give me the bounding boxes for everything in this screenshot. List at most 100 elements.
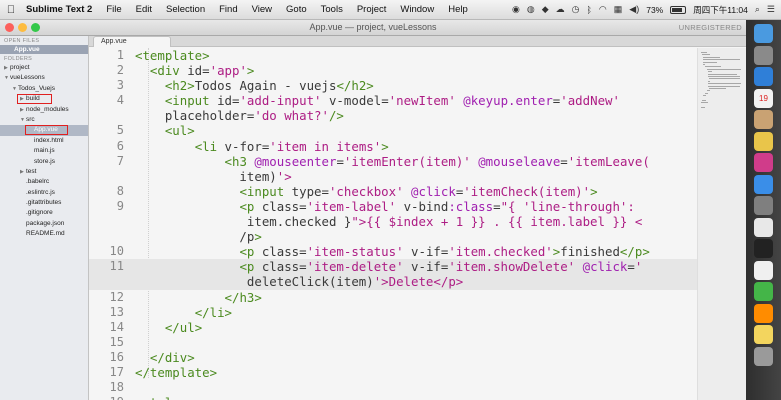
notes-icon[interactable]	[754, 325, 773, 344]
code-line[interactable]: 11 <p class='item-delete' v-if='item.sho…	[89, 259, 697, 275]
minimap[interactable]	[697, 48, 746, 400]
cloud-icon[interactable]: ☁	[556, 4, 565, 15]
code-line[interactable]: 8 <input type='checkbox' @click='itemChe…	[89, 184, 697, 199]
menu-edit[interactable]: Edit	[129, 4, 159, 15]
launchpad-icon[interactable]	[754, 45, 773, 65]
sidebar-item-app-vue[interactable]: App.vue	[0, 125, 88, 136]
code-line[interactable]: 7 <h3 @mouseenter='itemEnter(item)' @mou…	[89, 154, 697, 169]
code-line[interactable]: 17 </template>	[89, 365, 697, 380]
code-line[interactable]: 6 <li v-for='item in items'>	[89, 139, 697, 154]
code-line[interactable]: 3 <h2>Todos Again - vuejs</h2>	[89, 78, 697, 93]
code-line[interactable]: 4 <input id='add-input' v-model='newItem…	[89, 93, 697, 108]
sidebar-item-todos-vuejs[interactable]: ▼Todos_Vuejs	[0, 84, 88, 94]
code-line[interactable]: 5 <ul>	[89, 123, 697, 138]
sidebar-item-gitignore[interactable]: .gitignore	[0, 208, 88, 218]
safari-icon[interactable]	[754, 67, 773, 86]
sidebar-item-package-json[interactable]: package.json	[0, 219, 88, 229]
menu-file[interactable]: File	[99, 4, 128, 15]
menu-help[interactable]: Help	[441, 4, 475, 15]
tab-app-vue[interactable]: App.vue	[93, 36, 171, 47]
code-line[interactable]: 2 <div id='app'>	[89, 63, 697, 78]
sidebar-item-readme-md[interactable]: README.md	[0, 229, 88, 239]
sidebar-item-index-html[interactable]: index.html	[0, 136, 88, 146]
code-line[interactable]: deleteClick(item)'>Delete</p>	[89, 274, 697, 290]
app-menu[interactable]: Sublime Text 2	[22, 4, 99, 15]
bluetooth-icon[interactable]: ᛒ	[587, 5, 592, 15]
menu-goto[interactable]: Goto	[279, 4, 314, 15]
sidebar-item-eslintrc-js[interactable]: .eslintrc.js	[0, 188, 88, 198]
code-text: <p class='item-label' v-bind:class="{ 'l…	[239, 198, 635, 214]
apple-menu-icon[interactable]: 	[0, 4, 22, 16]
code-text: /p>	[135, 229, 262, 245]
qq-icon[interactable]	[754, 260, 773, 280]
folder-tree: ▶ project ▼vueLessons ▼Todos_Vuejs ▶ build ▶ no…	[0, 63, 88, 240]
trash-icon[interactable]	[754, 346, 773, 366]
wifi-icon[interactable]: ◠	[599, 4, 607, 15]
sidebar-item-gitattributes[interactable]: .gitattributes	[0, 198, 88, 208]
wechat-status-icon[interactable]: ◍	[527, 4, 535, 15]
chrome-icon[interactable]	[754, 217, 773, 237]
finder-icon[interactable]	[754, 24, 773, 43]
spotlight-icon[interactable]: ⌕	[755, 4, 760, 15]
code-line[interactable]: 13 </li>	[89, 305, 697, 320]
code-text: </template>	[135, 364, 218, 380]
code-line[interactable]: 9 <p class='item-label' v-bind:class="{ …	[89, 199, 697, 214]
appstore-icon[interactable]	[754, 174, 773, 194]
code-text: <p class='item-status' v-if='item.checke…	[239, 244, 650, 260]
sidebar-item-babelrc[interactable]: .babelrc	[0, 177, 88, 187]
code-line[interactable]: item)'>	[89, 169, 697, 184]
menu-project[interactable]: Project	[350, 4, 394, 15]
notification-center-icon[interactable]: ☰	[767, 4, 775, 15]
red-highlight-box	[17, 94, 52, 105]
minimap-line	[702, 54, 711, 56]
sidebar-item-main-js[interactable]: main.js	[0, 146, 88, 156]
code-line[interactable]: item.checked }">{{ $index + 1 }} . {{ it…	[89, 214, 697, 229]
menu-find[interactable]: Find	[212, 4, 244, 15]
calendar-icon[interactable]: 19	[754, 88, 773, 108]
line-number: 13	[109, 304, 124, 319]
code-line[interactable]: 10 <p class='item-status' v-if='item.che…	[89, 244, 697, 259]
code-line[interactable]: 18	[89, 380, 697, 395]
menu-window[interactable]: Window	[393, 4, 441, 15]
code-line[interactable]: 12 </h3>	[89, 290, 697, 305]
open-file-item[interactable]: App.vue	[0, 45, 88, 54]
terminal-icon[interactable]	[754, 239, 773, 258]
code-text: <div id='app'>	[149, 63, 255, 79]
sidebar-item-build[interactable]: ▶ build	[0, 94, 88, 105]
line-number: 7	[116, 153, 124, 168]
sidebar-item-label: .gitignore	[26, 209, 53, 217]
sidebar-item-vuelessons[interactable]: ▼vueLessons	[0, 73, 88, 83]
minimap-line	[708, 83, 741, 85]
code-line[interactable]: placeholder='do what?'/>	[89, 108, 697, 123]
sidebar-item-store-js[interactable]: store.js	[0, 157, 88, 167]
battery-icon[interactable]	[670, 5, 687, 14]
code-line[interactable]: 16 </div>	[89, 350, 697, 365]
sidebar-item-src[interactable]: ▼src	[0, 115, 88, 125]
status-tray: ◉ ◍ ◆ ☁ ◷ ᛒ ◠ ▦ ◀) 73% 周四下午11:04 ⌕ ☰	[512, 4, 781, 16]
sidebar-item-test[interactable]: ▶ test	[0, 167, 88, 177]
sublime-icon[interactable]	[754, 303, 773, 323]
qq-status-icon[interactable]: ◉	[512, 4, 520, 15]
contacts-icon[interactable]	[754, 110, 773, 129]
photos-icon[interactable]	[754, 131, 773, 151]
dropbox-icon[interactable]: ◆	[542, 4, 549, 15]
code-area[interactable]: 1 <template> 2 <div id='app'> 3 <h2>Todos A…	[89, 48, 697, 400]
menu-view[interactable]: View	[245, 4, 279, 15]
menu-tools[interactable]: Tools	[314, 4, 350, 15]
volume-icon[interactable]: ◀)	[629, 4, 639, 15]
sidebar-item-project[interactable]: ▶ project	[0, 63, 88, 73]
itunes-icon[interactable]	[754, 153, 773, 172]
code-line[interactable]: 1 <template>	[89, 48, 697, 63]
code-line[interactable]: 15	[89, 335, 697, 350]
sidebar-item-node-modules[interactable]: ▶ node_modules	[0, 105, 88, 115]
wechat-icon[interactable]	[754, 282, 773, 301]
code-line[interactable]: /p>	[89, 229, 697, 244]
clock[interactable]: 周四下午11:04	[693, 4, 748, 16]
time-machine-icon[interactable]: ◷	[572, 4, 580, 15]
menu-selection[interactable]: Selection	[159, 4, 212, 15]
code-line[interactable]: 14 </ul>	[89, 320, 697, 335]
us-flag-input-icon[interactable]: ▦	[614, 4, 623, 15]
code-line[interactable]: 19 <style>	[89, 395, 697, 400]
preferences-icon[interactable]	[754, 196, 773, 215]
code-text: <h2>Todos Again - vuejs</h2>	[164, 78, 374, 94]
